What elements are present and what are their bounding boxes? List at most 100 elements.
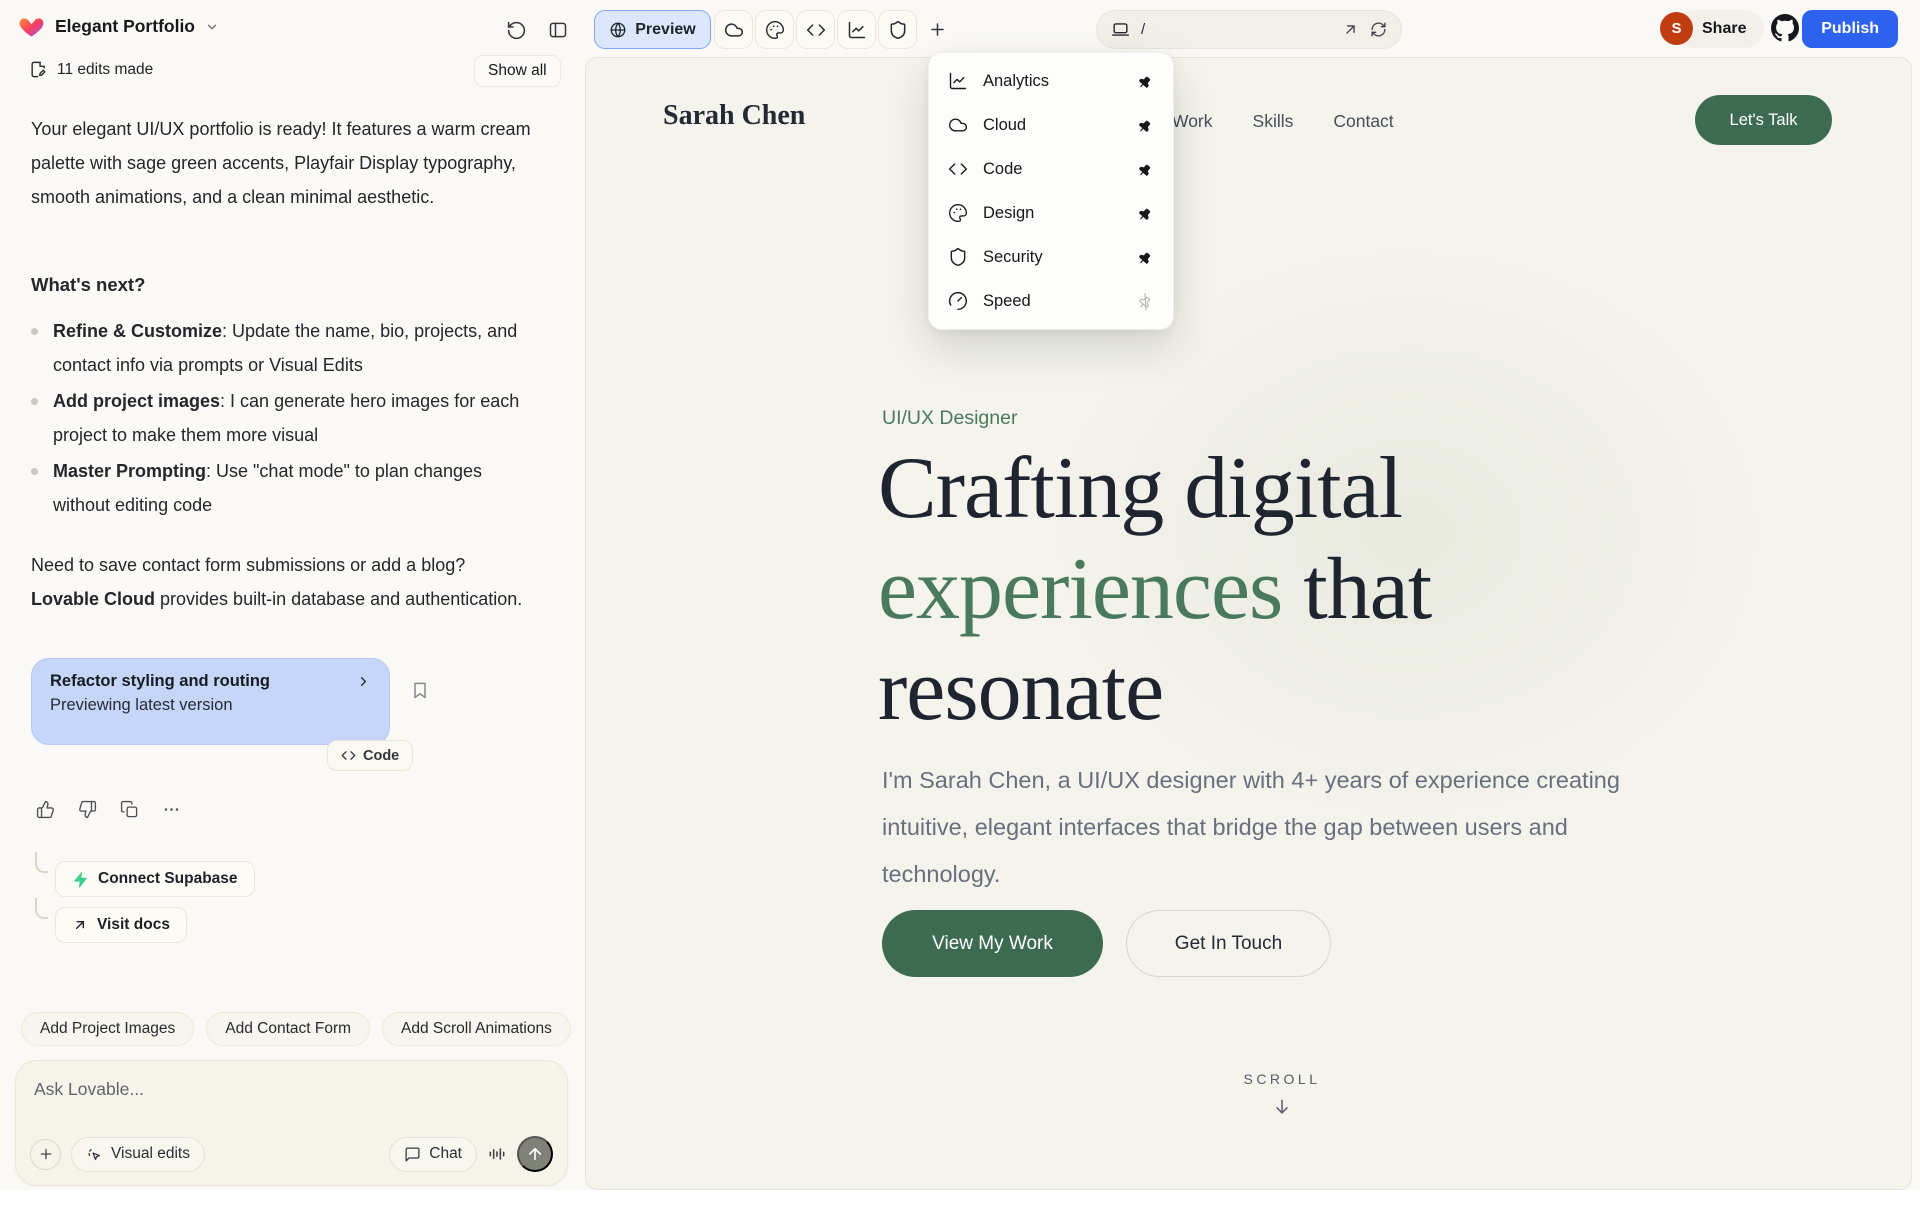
tree-connector xyxy=(35,852,48,873)
code-chip-button[interactable]: Code xyxy=(327,740,414,771)
palette-icon xyxy=(948,203,968,223)
panel-left-icon[interactable] xyxy=(546,18,570,42)
preview-url-bar[interactable]: / xyxy=(1096,10,1402,49)
connect-supabase-action: Connect Supabase xyxy=(33,850,255,897)
menu-item-security[interactable]: Security xyxy=(929,235,1173,279)
site-logo[interactable]: Sarah Chen xyxy=(663,100,805,132)
code-chip-label: Code xyxy=(363,747,400,764)
code-icon xyxy=(341,748,356,763)
menu-item-design[interactable]: Design xyxy=(929,191,1173,235)
visual-edits-button[interactable]: Visual edits xyxy=(71,1136,205,1172)
menu-item-label: Cloud xyxy=(983,115,1027,134)
avatar-initial: S xyxy=(1671,20,1682,37)
scroll-label: SCROLL xyxy=(1243,1071,1321,1087)
cloud-tool-button[interactable] xyxy=(714,10,753,49)
list-item: Master Prompting: Use "chat mode" to pla… xyxy=(31,454,531,522)
ask-lovable-input[interactable] xyxy=(34,1079,534,1123)
attach-button[interactable] xyxy=(30,1138,61,1170)
project-switcher[interactable]: Elegant Portfolio xyxy=(18,13,219,40)
hero-bio: I'm Sarah Chen, a UI/UX designer with 4+… xyxy=(882,767,1620,887)
cloud-note: Need to save contact form submissions or… xyxy=(31,555,523,609)
code-icon xyxy=(948,159,968,179)
project-name: Elegant Portfolio xyxy=(55,16,195,36)
list-item: Refine & Customize: Update the name, bio… xyxy=(31,314,531,382)
menu-item-code[interactable]: Code xyxy=(929,147,1173,191)
share-label: Share xyxy=(1702,20,1747,37)
thumbs-up-icon[interactable] xyxy=(36,800,55,819)
pin-icon[interactable] xyxy=(1137,161,1154,178)
add-tool-icon[interactable] xyxy=(925,17,949,41)
more-options-icon[interactable] xyxy=(162,800,181,819)
headline-line-1: Crafting digital xyxy=(878,440,1403,537)
menu-item-speed[interactable]: Speed xyxy=(929,279,1173,323)
suggestion-add-contact-form[interactable]: Add Contact Form xyxy=(206,1012,371,1046)
app-background: Elegant Portfolio Preview / S Share Publ… xyxy=(0,0,1920,1190)
chevron-down-icon xyxy=(205,20,219,34)
pin-icon[interactable] xyxy=(1137,249,1154,266)
lets-talk-button[interactable]: Let's Talk xyxy=(1695,95,1832,145)
show-all-button[interactable]: Show all xyxy=(474,55,561,87)
scroll-indicator: SCROLL xyxy=(1182,1071,1382,1118)
whats-next-list: Refine & Customize: Update the name, bio… xyxy=(31,314,531,524)
avatar[interactable]: S xyxy=(1660,12,1693,45)
bullet-text: Master Prompting: Use "chat mode" to pla… xyxy=(53,461,482,515)
nav-link-work[interactable]: Work xyxy=(1172,111,1213,132)
pin-icon[interactable] xyxy=(1137,117,1154,134)
bullet-dot xyxy=(31,328,38,335)
tree-connector xyxy=(35,898,48,919)
chat-mode-button[interactable]: Chat xyxy=(389,1136,477,1172)
assistant-message-intro: Your elegant UI/UX portfolio is ready! I… xyxy=(31,119,531,207)
view-my-work-button[interactable]: View My Work xyxy=(882,910,1103,977)
chat-mode-label: Chat xyxy=(429,1145,462,1162)
edits-summary[interactable]: 11 edits made xyxy=(29,60,153,79)
design-tool-button[interactable] xyxy=(755,10,794,49)
version-card-title: Refactor styling and routing xyxy=(50,672,271,690)
preview-button[interactable]: Preview xyxy=(594,10,711,49)
composer-toolbar: Visual edits Chat xyxy=(30,1136,553,1172)
line-chart-icon xyxy=(848,21,865,38)
arrow-down-icon xyxy=(1272,1096,1292,1118)
analytics-tool-button[interactable] xyxy=(837,10,876,49)
refresh-icon[interactable] xyxy=(1370,21,1387,38)
publish-button[interactable]: Publish xyxy=(1802,10,1898,48)
nav-link-skills[interactable]: Skills xyxy=(1253,111,1294,132)
visual-edits-label: Visual edits xyxy=(111,1145,190,1162)
menu-item-cloud[interactable]: Cloud xyxy=(929,103,1173,147)
menu-item-label: Code xyxy=(983,159,1023,178)
code-tool-button[interactable] xyxy=(796,10,835,49)
menu-item-analytics[interactable]: Analytics xyxy=(929,59,1173,103)
bullet-text: Refine & Customize: Update the name, bio… xyxy=(53,321,518,375)
hero-eyebrow: UI/UX Designer xyxy=(882,407,1018,429)
nav-link-contact[interactable]: Contact xyxy=(1333,111,1393,132)
cloud-icon xyxy=(724,22,743,37)
version-card[interactable]: Refactor styling and routing Previewing … xyxy=(31,658,414,771)
dictation-icon[interactable] xyxy=(487,1144,507,1164)
supabase-icon xyxy=(72,871,89,888)
file-edit-icon xyxy=(29,60,48,79)
get-in-touch-button[interactable]: Get In Touch xyxy=(1126,910,1331,977)
connect-supabase-button[interactable]: Connect Supabase xyxy=(55,861,255,897)
code-icon xyxy=(806,23,825,36)
copy-icon[interactable] xyxy=(120,800,139,819)
send-button[interactable] xyxy=(517,1136,553,1172)
bullet-text: Add project images: I can generate hero … xyxy=(53,391,520,445)
pin-icon[interactable] xyxy=(1137,205,1154,222)
pin-off-icon[interactable] xyxy=(1137,292,1154,310)
security-tool-button[interactable] xyxy=(878,10,917,49)
device-laptop-icon[interactable] xyxy=(1111,20,1130,39)
chat-composer[interactable]: Visual edits Chat xyxy=(15,1060,568,1186)
bookmark-icon[interactable] xyxy=(410,680,430,700)
suggestion-add-project-images[interactable]: Add Project Images xyxy=(21,1012,195,1046)
open-external-icon[interactable] xyxy=(1342,21,1359,38)
suggestion-chips: Add Project Images Add Contact Form Add … xyxy=(21,1012,583,1046)
url-path[interactable]: / xyxy=(1141,21,1145,38)
suggestion-add-scroll-animations[interactable]: Add Scroll Animations xyxy=(382,1012,571,1046)
pin-icon[interactable] xyxy=(1137,73,1154,90)
history-icon[interactable] xyxy=(504,18,528,42)
thumbs-down-icon[interactable] xyxy=(78,800,97,819)
lovable-app-window: Elegant Portfolio Preview / S Share Publ… xyxy=(0,0,1920,1205)
github-icon[interactable] xyxy=(1768,11,1802,45)
chevron-right-icon xyxy=(356,674,371,689)
shield-icon xyxy=(948,247,968,267)
visit-docs-button[interactable]: Visit docs xyxy=(55,907,187,943)
